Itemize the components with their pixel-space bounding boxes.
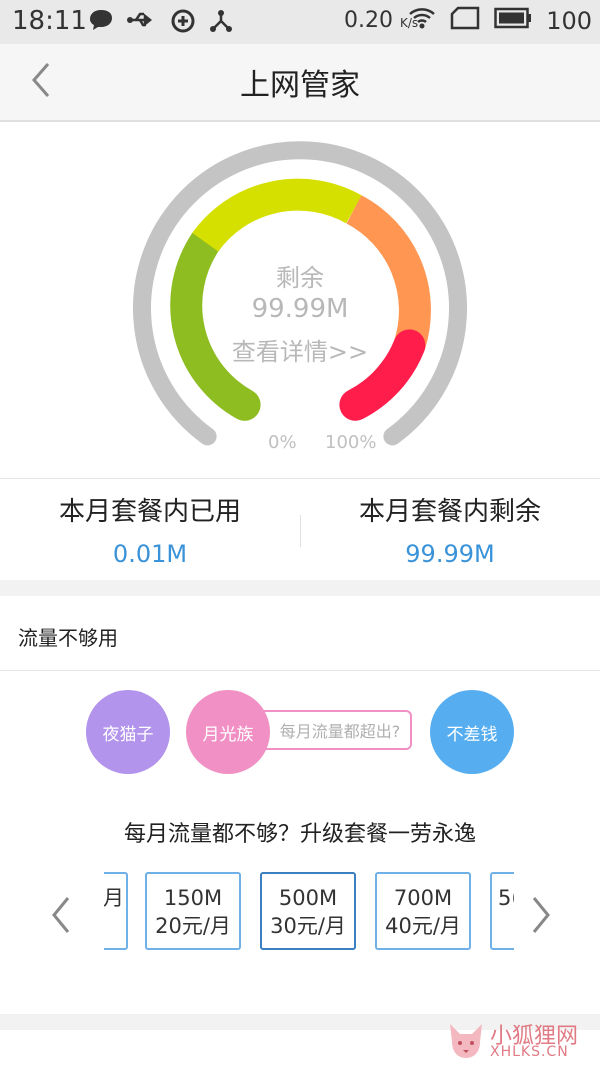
gauge-remain-label: 剩余 — [276, 264, 324, 292]
carousel-next-button[interactable] — [526, 890, 556, 940]
remain-value: 99.99M — [405, 540, 495, 568]
network-speed: 0.20 K/s — [344, 8, 418, 33]
package-card-150m[interactable]: 150M 20元/月 — [145, 872, 241, 950]
usb-icon — [126, 8, 158, 40]
package-card-partial-left[interactable]: 月 — [104, 872, 128, 950]
battery-icon — [494, 7, 532, 35]
wifi-icon — [408, 7, 436, 35]
chevron-right-icon — [532, 897, 550, 933]
persona-tip: 每月流量都超出? — [262, 710, 412, 750]
package-size: 150M — [163, 886, 223, 910]
package-card-500m[interactable]: 500M 30元/月 — [260, 872, 356, 950]
gauge-segment-yellow — [192, 178, 362, 252]
package-price: 40元/月 — [385, 914, 461, 938]
battery-level: 100 — [546, 7, 592, 35]
gauge-remain-value: 99.99M — [251, 294, 349, 324]
sync-icon — [170, 8, 196, 40]
used-label: 本月套餐内已用 — [58, 497, 241, 527]
sim-icon — [450, 6, 480, 36]
package-card: 月 — [104, 872, 128, 950]
chat-icon — [88, 8, 114, 40]
package-card: 5( — [490, 872, 514, 950]
promo-text: 每月流量都不够？升级套餐一劳永逸 — [123, 822, 476, 847]
fox-logo-icon — [450, 1024, 482, 1058]
status-bar: 18:11 0.20 K/s 100 — [0, 0, 600, 44]
package-price: 20元/月 — [155, 914, 231, 938]
remain-label: 本月套餐内剩余 — [358, 497, 541, 527]
gauge-max-label: 100% — [325, 432, 377, 453]
speed-value: 0.20 — [344, 8, 393, 33]
package-card-700m[interactable]: 700M 40元/月 — [375, 872, 471, 950]
package-size: 700M — [393, 886, 453, 910]
package-price: 5( — [498, 886, 514, 910]
gauge-min-label: 0% — [268, 432, 297, 453]
view-details-link[interactable]: 查看详情>> — [0, 332, 600, 367]
system-icons: 100 — [408, 6, 592, 36]
chevron-left-icon — [52, 897, 70, 933]
usage-stats: 本月套餐内已用 0.01M 本月套餐内剩余 99.99M — [0, 478, 600, 579]
notification-icons — [88, 8, 234, 40]
section-title: 流量不够用 — [18, 626, 118, 650]
package-price: 月 — [104, 886, 124, 910]
package-size: 500M — [278, 886, 338, 910]
page-title: 上网管家 — [240, 68, 360, 103]
persona-night-owl[interactable]: 夜猫子 — [86, 690, 170, 774]
watermark-en: XHLKS.CN — [490, 1044, 569, 1060]
package-card-partial-right[interactable]: 5( — [490, 872, 514, 950]
used-stat: 本月套餐内已用 0.01M — [0, 479, 300, 568]
app-header: 上网管家 — [0, 44, 600, 122]
package-price: 30元/月 — [270, 914, 346, 938]
carousel-prev-button[interactable] — [46, 890, 76, 940]
status-time: 18:11 — [12, 6, 87, 36]
persona-big-spender[interactable]: 不差钱 — [430, 690, 514, 774]
section-divider — [0, 670, 600, 671]
used-value: 0.01M — [112, 540, 188, 568]
share-icon — [208, 8, 234, 40]
persona-moonlight[interactable]: 月光族 — [186, 690, 270, 774]
section-separator — [0, 580, 600, 596]
watermark: 小狐狸网 XHLKS.CN — [444, 1016, 594, 1066]
remain-stat: 本月套餐内剩余 99.99M — [300, 479, 600, 568]
